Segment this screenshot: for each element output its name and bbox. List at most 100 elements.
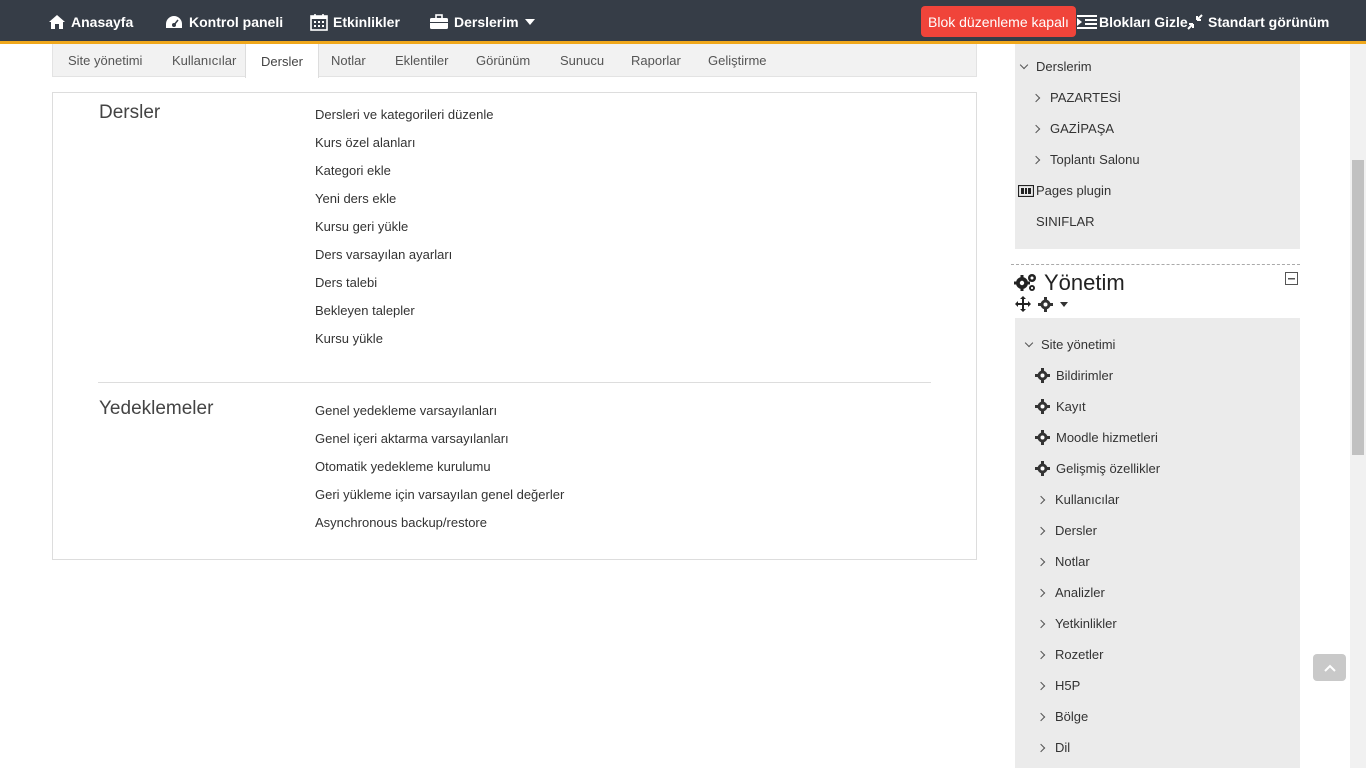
- admin-content-panel: Dersler Dersleri ve kategorileri düzenle…: [52, 92, 977, 560]
- dashboard-link[interactable]: Kontrol paneli: [164, 0, 283, 44]
- nav-course-item[interactable]: Toplantı Salonu: [1031, 152, 1140, 167]
- calendar-icon: [310, 14, 328, 31]
- admin-folder-item[interactable]: Dil: [1036, 740, 1071, 755]
- nav-course-item[interactable]: GAZİPAŞA: [1031, 121, 1115, 136]
- backup-link[interactable]: Genel içeri aktarma varsayılanları: [315, 431, 509, 446]
- admin-folder-item[interactable]: Bölge: [1036, 709, 1088, 724]
- admin-folder-item[interactable]: Rozetler: [1036, 647, 1104, 662]
- admin-gear-label: Bildirimler: [1056, 368, 1114, 383]
- tab-grades[interactable]: Notlar: [331, 44, 366, 77]
- nav-pages-plugin[interactable]: Pages plugin: [1018, 183, 1111, 198]
- section-divider: [98, 382, 931, 383]
- chevron-right-icon: [1036, 588, 1046, 597]
- backup-link[interactable]: Otomatik yedekleme kurulumu: [315, 459, 491, 474]
- block-editing-toggle[interactable]: Blok düzenleme kapalı: [921, 6, 1076, 37]
- admin-gear-item[interactable]: Moodle hizmetleri: [1035, 430, 1158, 445]
- admin-folder-item[interactable]: Analizler: [1036, 585, 1105, 600]
- admin-tabs: Site yönetimi Kullanıcılar Dersler Notla…: [52, 44, 977, 78]
- admin-folder-label: Dil: [1055, 740, 1071, 755]
- course-link[interactable]: Yeni ders ekle: [315, 191, 396, 206]
- admin-gear-item[interactable]: Bildirimler: [1035, 368, 1113, 383]
- top-navbar: Anasayfa Kontrol paneli Etkinlikler Ders…: [0, 0, 1366, 44]
- compress-icon: [1187, 14, 1203, 30]
- pages-plugin-label: Pages plugin: [1036, 183, 1112, 198]
- tab-courses[interactable]: Dersler: [245, 44, 319, 78]
- chevron-right-icon: [1036, 619, 1046, 628]
- mycourses-dropdown[interactable]: Derslerim: [429, 0, 540, 44]
- home-label: Anasayfa: [71, 14, 134, 30]
- course-link[interactable]: Kursu geri yükle: [315, 219, 408, 234]
- back-to-top-button[interactable]: [1313, 654, 1346, 681]
- course-link[interactable]: Dersleri ve kategorileri düzenle: [315, 107, 493, 122]
- tab-development[interactable]: Geliştirme: [708, 44, 767, 77]
- cogs-icon: [1014, 274, 1036, 291]
- admin-gear-label: Gelişmiş özellikler: [1056, 461, 1161, 476]
- hide-blocks-button[interactable]: Blokları Gizle: [1077, 0, 1188, 44]
- admin-folder-label: Dersler: [1055, 523, 1097, 538]
- backups-section-title: Yedeklemeler: [99, 398, 214, 419]
- admin-folder-item[interactable]: Notlar: [1036, 554, 1090, 569]
- backup-link[interactable]: Geri yükleme için varsayılan genel değer…: [315, 487, 564, 502]
- admin-folder-item[interactable]: H5P: [1036, 678, 1080, 693]
- tab-server[interactable]: Sunucu: [560, 44, 604, 77]
- home-link[interactable]: Anasayfa: [48, 0, 133, 44]
- chevron-right-icon: [1036, 712, 1046, 721]
- indent-icon: [1077, 15, 1097, 29]
- admin-root-label: Site yönetimi: [1041, 337, 1116, 352]
- pages-plugin-icon: [1018, 184, 1034, 197]
- standard-view-button[interactable]: Standart görünüm: [1187, 0, 1329, 44]
- course-link[interactable]: Kategori ekle: [315, 163, 391, 178]
- dashboard-label: Kontrol paneli: [189, 14, 284, 30]
- gear-icon[interactable]: [1038, 297, 1053, 312]
- backup-link[interactable]: Genel yedekleme varsayılanları: [315, 403, 497, 418]
- tab-plugins[interactable]: Eklentiler: [395, 44, 448, 77]
- nav-mycourses[interactable]: Derslerim: [1019, 59, 1092, 74]
- caret-down-icon: [524, 19, 535, 25]
- backup-link[interactable]: Asynchronous backup/restore: [315, 515, 487, 530]
- course-link[interactable]: Ders varsayılan ayarları: [315, 247, 452, 262]
- admin-gear-item[interactable]: Gelişmiş özellikler: [1035, 461, 1160, 476]
- move-icon[interactable]: [1015, 296, 1031, 312]
- events-label: Etkinlikler: [333, 14, 400, 30]
- caret-down-icon[interactable]: [1060, 302, 1068, 307]
- nav-mycourses-label: Derslerim: [1036, 59, 1092, 74]
- admin-site-admin[interactable]: Site yönetimi: [1024, 337, 1116, 352]
- gear-icon: [1035, 399, 1050, 414]
- admin-gear-label: Kayıt: [1056, 399, 1086, 414]
- chevron-right-icon: [1036, 681, 1046, 690]
- admin-gear-item[interactable]: Kayıt: [1035, 399, 1086, 414]
- block-separator: [1011, 264, 1300, 265]
- chevron-right-icon: [1036, 526, 1046, 535]
- admin-folder-item[interactable]: Kullanıcılar: [1036, 492, 1120, 507]
- chevron-right-icon: [1036, 743, 1046, 752]
- events-link[interactable]: Etkinlikler: [310, 0, 400, 44]
- course-link[interactable]: Bekleyen talepler: [315, 303, 415, 318]
- gear-icon: [1035, 461, 1050, 476]
- admin-folder-label: Rozetler: [1055, 647, 1104, 662]
- chevron-right-icon: [1036, 557, 1046, 566]
- course-link[interactable]: Kurs özel alanları: [315, 135, 415, 150]
- tab-site-admin[interactable]: Site yönetimi: [68, 44, 142, 77]
- tab-reports[interactable]: Raporlar: [631, 44, 681, 77]
- tab-appearance[interactable]: Görünüm: [476, 44, 530, 77]
- course-link[interactable]: Kursu yükle: [315, 331, 383, 346]
- admin-folder-item[interactable]: Dersler: [1036, 523, 1097, 538]
- nav-course-item[interactable]: PAZARTESİ: [1031, 90, 1122, 105]
- collapse-block-icon[interactable]: [1285, 272, 1298, 285]
- gear-icon: [1035, 368, 1050, 383]
- admin-folder-item[interactable]: Yetkinlikler: [1036, 616, 1117, 631]
- scrollbar-thumb[interactable]: [1352, 160, 1364, 455]
- home-icon: [49, 15, 65, 29]
- nav-course-label: GAZİPAŞA: [1050, 121, 1115, 136]
- nav-course-label: PAZARTESİ: [1050, 90, 1122, 105]
- nav-siniflar[interactable]: SINIFLAR: [1036, 214, 1095, 229]
- chevron-down-icon: [1019, 60, 1029, 69]
- admin-folder-label: Kullanıcılar: [1055, 492, 1120, 507]
- tab-users[interactable]: Kullanıcılar: [172, 44, 236, 77]
- course-link[interactable]: Ders talebi: [315, 275, 377, 290]
- chevron-down-icon: [1024, 338, 1034, 347]
- mycourses-label: Derslerim: [454, 14, 519, 30]
- chevron-up-icon: [1323, 664, 1336, 672]
- admin-block-title: Yönetim: [1044, 270, 1125, 295]
- chevron-right-icon: [1036, 650, 1046, 659]
